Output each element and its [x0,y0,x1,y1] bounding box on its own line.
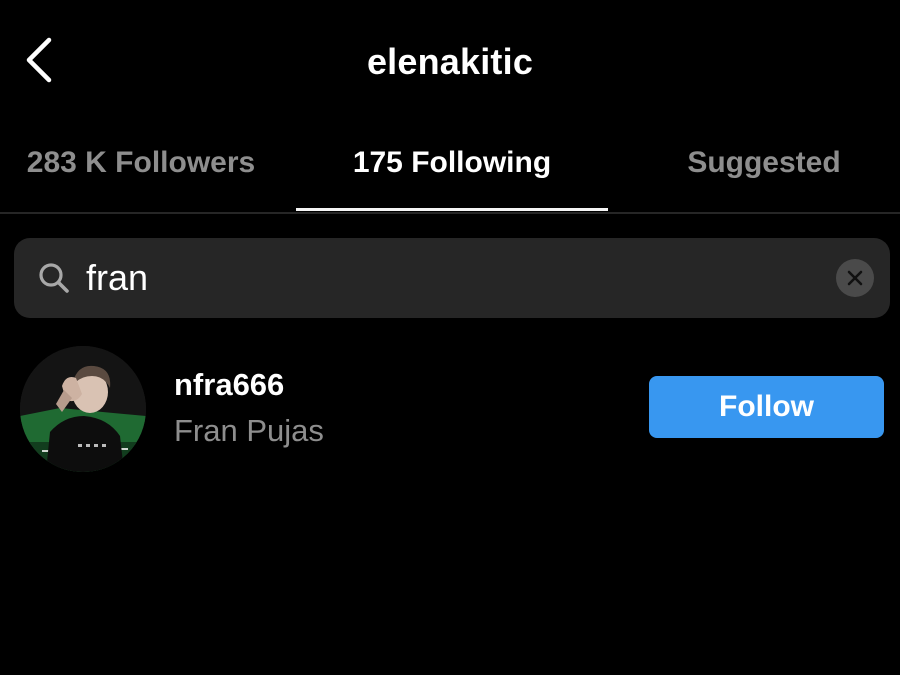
result-full-name: Fran Pujas [174,413,324,448]
page-title: elenakitic [366,41,534,82]
search-icon [39,263,69,293]
tab-followers[interactable]: 283 K Followers [0,130,282,196]
active-tab-indicator [296,208,608,211]
follow-button[interactable]: Follow [649,376,884,438]
clear-icon [847,270,863,286]
clear-search-button[interactable] [836,259,874,297]
tab-following[interactable]: 175 Following [296,130,608,196]
tab-suggested[interactable]: Suggested [630,130,898,196]
result-username[interactable]: nfra666 [174,366,284,404]
list-item[interactable]: nfra666 Fran Pujas Follow [0,340,900,476]
search-input[interactable] [86,252,826,304]
profile-photo [20,346,146,472]
tab-bar: 283 K Followers 175 Following Suggested [0,130,900,214]
header: elenakitic [0,0,900,125]
search-bar [14,238,890,318]
avatar[interactable] [20,346,146,472]
